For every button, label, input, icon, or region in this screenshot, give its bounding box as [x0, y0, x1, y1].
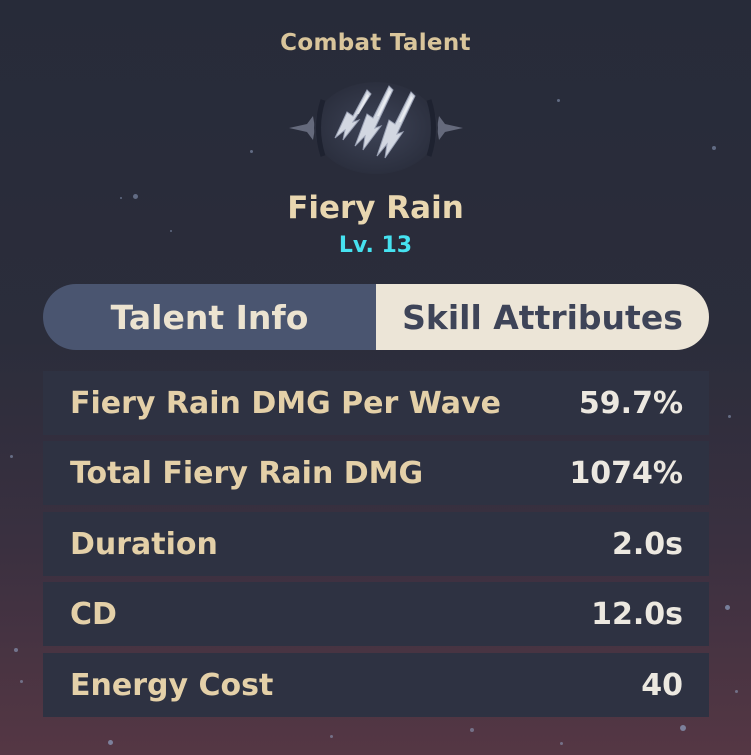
- attribute-name: Fiery Rain DMG Per Wave: [70, 385, 501, 421]
- attribute-value: 12.0s: [591, 596, 683, 632]
- talent-emblem: [287, 80, 465, 180]
- attribute-name: Energy Cost: [70, 667, 274, 703]
- attribute-row: Duration 2.0s: [43, 512, 709, 576]
- talent-level: Lv. 13: [338, 233, 413, 258]
- attribute-row: Total Fiery Rain DMG 1074%: [43, 441, 709, 505]
- attribute-name: Total Fiery Rain DMG: [70, 455, 424, 491]
- tab-skill-attributes[interactable]: Skill Attributes: [376, 284, 709, 350]
- triple-arrow-icon: [289, 82, 463, 174]
- talent-name: Fiery Rain: [287, 190, 464, 226]
- attribute-name: Duration: [70, 526, 218, 562]
- attribute-value: 40: [641, 667, 683, 703]
- attribute-value: 2.0s: [611, 526, 683, 562]
- attribute-row: CD 12.0s: [43, 582, 709, 646]
- tab-talent-info[interactable]: Talent Info: [43, 284, 376, 350]
- attribute-row: Energy Cost 40: [43, 653, 709, 717]
- attribute-value: 1074%: [569, 455, 683, 491]
- talent-tabs: Talent Info Skill Attributes: [43, 284, 709, 350]
- combat-talent-label: Combat Talent: [280, 30, 471, 56]
- attribute-row: Fiery Rain DMG Per Wave 59.7%: [43, 371, 709, 435]
- attribute-name: CD: [70, 596, 117, 632]
- attribute-value: 59.7%: [578, 385, 683, 421]
